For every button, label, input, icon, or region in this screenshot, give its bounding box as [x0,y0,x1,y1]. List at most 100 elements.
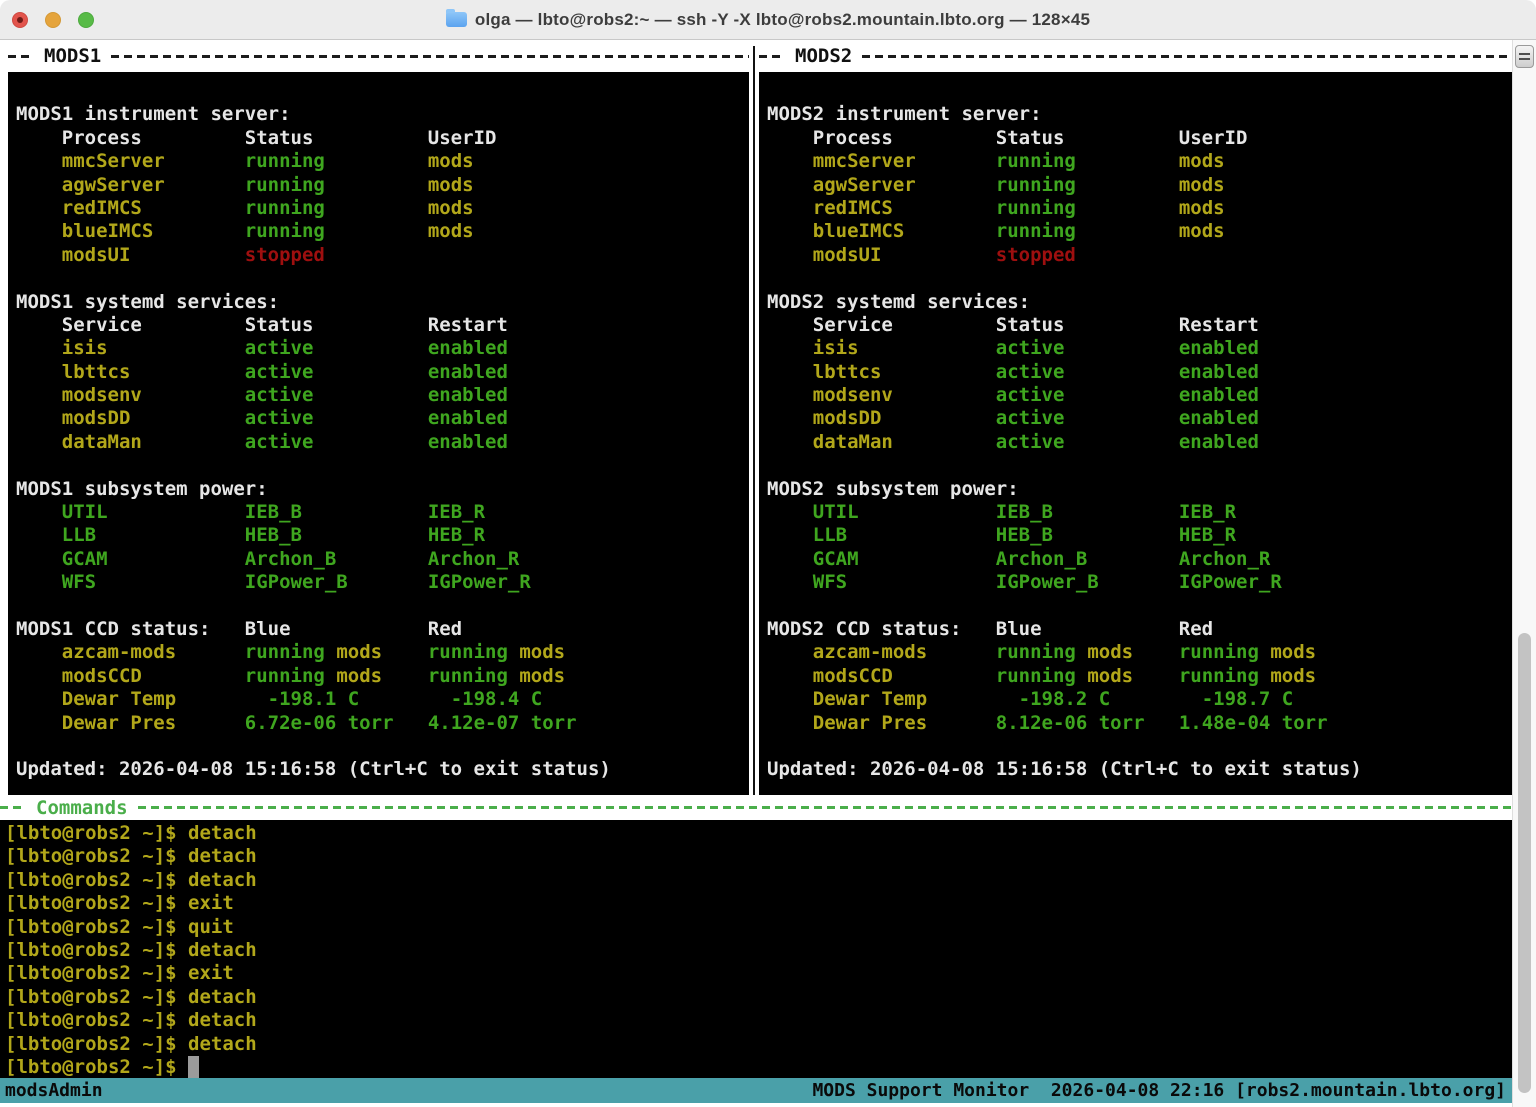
terminal-line: mmcServer running mods [16,150,749,173]
terminal-line: [lbto@robs2 ~]$ detach [5,822,1512,845]
terminal-line: MODS2 subsystem power: [767,478,1512,501]
terminal-line: [lbto@robs2 ~]$ detach [5,845,1512,868]
terminal-line: dataMan active enabled [16,431,749,454]
pane-header-mods1: MODS1 [8,40,749,72]
terminal-line: Process Status UserID [767,127,1512,150]
mods2-status-pane: MODS2 instrument server: Process Status … [759,72,1512,795]
window-title-area: olga — lbto@robs2:~ — ssh -Y -X lbto@rob… [446,10,1090,30]
terminal-line: Dewar Pres 8.12e-06 torr 1.48e-04 torr [767,712,1512,735]
terminal-line [767,735,1512,758]
terminal-line: MODS1 systemd services: [16,291,749,314]
terminal-line [767,595,1512,618]
terminal-line: agwServer running mods [767,174,1512,197]
scrollbar-thumb[interactable] [1518,633,1531,1093]
terminal-line: MODS1 CCD status: Blue Red [16,618,749,641]
terminal-line [16,267,749,290]
terminal-line: blueIMCS running mods [767,220,1512,243]
pane-title-mods1: MODS1 [44,45,101,67]
terminal-line: lbttcs active enabled [16,361,749,384]
terminal-line [16,595,749,618]
terminal-line: mmcServer running mods [767,150,1512,173]
terminal-line: UTIL IEB_B IEB_R [16,501,749,524]
commands-shell-pane[interactable]: [lbto@robs2 ~]$ detach[lbto@robs2 ~]$ de… [0,820,1512,1078]
terminal-line: UTIL IEB_B IEB_R [767,501,1512,524]
terminal-line [16,454,749,477]
terminal-line [767,267,1512,290]
commands-header: Commands [0,795,1512,820]
terminal-line: Updated: 2026-04-08 15:16:58 (Ctrl+C to … [16,758,749,781]
terminal-line: Dewar Pres 6.72e-06 torr 4.12e-07 torr [16,712,749,735]
terminal-line: MODS2 systemd services: [767,291,1512,314]
terminal-line: Service Status Restart [16,314,749,337]
terminal-line: MODS2 instrument server: [767,103,1512,126]
terminal-line: modsCCD running mods running mods [16,665,749,688]
terminal-line: [lbto@robs2 ~]$ exit [5,962,1512,985]
terminal-line: MODS1 instrument server: [16,103,749,126]
minimize-button[interactable] [45,12,61,28]
terminal-line: modsUI stopped [767,244,1512,267]
terminal-line: [lbto@robs2 ~]$ quit [5,916,1512,939]
dash-line [138,806,1512,809]
statusbar-session-name: modsAdmin [5,1080,103,1101]
scrollbar[interactable] [1512,40,1536,1107]
terminal-line: [lbto@robs2 ~]$ detach [5,1009,1512,1032]
terminal-line: modsenv active enabled [767,384,1512,407]
dash-line [862,55,1512,58]
pane-title-mods2: MODS2 [795,45,852,67]
terminal-line: redIMCS running mods [16,197,749,220]
statusbar-monitor-info: MODS Support Monitor 2026-04-08 22:16 [r… [812,1080,1506,1101]
commands-title: Commands [36,797,128,819]
terminal-line: Updated: 2026-04-08 15:16:58 (Ctrl+C to … [767,758,1512,781]
window-title: olga — lbto@robs2:~ — ssh -Y -X lbto@rob… [475,10,1090,30]
pane-divider [753,46,755,795]
terminal-line: WFS IGPower_B IGPower_R [767,571,1512,594]
terminal-line: [lbto@robs2 ~]$ exit [5,892,1512,915]
split-pane-button[interactable] [1515,45,1534,68]
terminal-line: modsDD active enabled [767,407,1512,430]
terminal-line: Dewar Temp -198.2 C -198.7 C [767,688,1512,711]
terminal-line [16,80,749,103]
terminal-line: Service Status Restart [767,314,1512,337]
terminal-line: isis active enabled [16,337,749,360]
folder-icon [446,12,467,27]
status-bar: modsAdmin MODS Support Monitor 2026-04-0… [0,1078,1512,1103]
terminal-line: WFS IGPower_B IGPower_R [16,571,749,594]
terminal-line: GCAM Archon_B Archon_R [767,548,1512,571]
terminal-line: azcam-mods running mods running mods [767,641,1512,664]
terminal-line: modsDD active enabled [16,407,749,430]
terminal-line: blueIMCS running mods [16,220,749,243]
dash-line [0,806,26,809]
titlebar: olga — lbto@robs2:~ — ssh -Y -X lbto@rob… [0,0,1536,40]
terminal-line: dataMan active enabled [767,431,1512,454]
dash-line [8,55,34,58]
terminal-line: azcam-mods running mods running mods [16,641,749,664]
close-button[interactable] [12,12,28,28]
terminal-line: [lbto@robs2 ~]$ detach [5,986,1512,1009]
terminal-line: LLB HEB_B HEB_R [767,524,1512,547]
terminal-line: lbttcs active enabled [767,361,1512,384]
traffic-lights [12,12,94,28]
terminal-line: Dewar Temp -198.1 C -198.4 C [16,688,749,711]
terminal-line: [lbto@robs2 ~]$ detach [5,939,1512,962]
terminal-line: GCAM Archon_B Archon_R [16,548,749,571]
terminal-line: MODS1 subsystem power: [16,478,749,501]
terminal-line: agwServer running mods [16,174,749,197]
terminal-line: modsenv active enabled [16,384,749,407]
dash-line [111,55,749,58]
terminal-line: LLB HEB_B HEB_R [16,524,749,547]
terminal-line [767,454,1512,477]
terminal-area: MODS1 MODS2 MODS1 instrument server: Pro… [0,40,1536,1107]
dash-line [759,55,785,58]
terminal-line [767,80,1512,103]
pane-header-mods2: MODS2 [759,40,1512,72]
terminal-line: [lbto@robs2 ~]$ [5,1056,1512,1078]
terminal-line: modsCCD running mods running mods [767,665,1512,688]
terminal-line: redIMCS running mods [767,197,1512,220]
mods1-status-pane: MODS1 instrument server: Process Status … [8,72,749,795]
zoom-button[interactable] [78,12,94,28]
terminal-line: Process Status UserID [16,127,749,150]
terminal-line: [lbto@robs2 ~]$ detach [5,869,1512,892]
terminal-line: modsUI stopped [16,244,749,267]
terminal-line: isis active enabled [767,337,1512,360]
terminal-line: [lbto@robs2 ~]$ detach [5,1033,1512,1056]
